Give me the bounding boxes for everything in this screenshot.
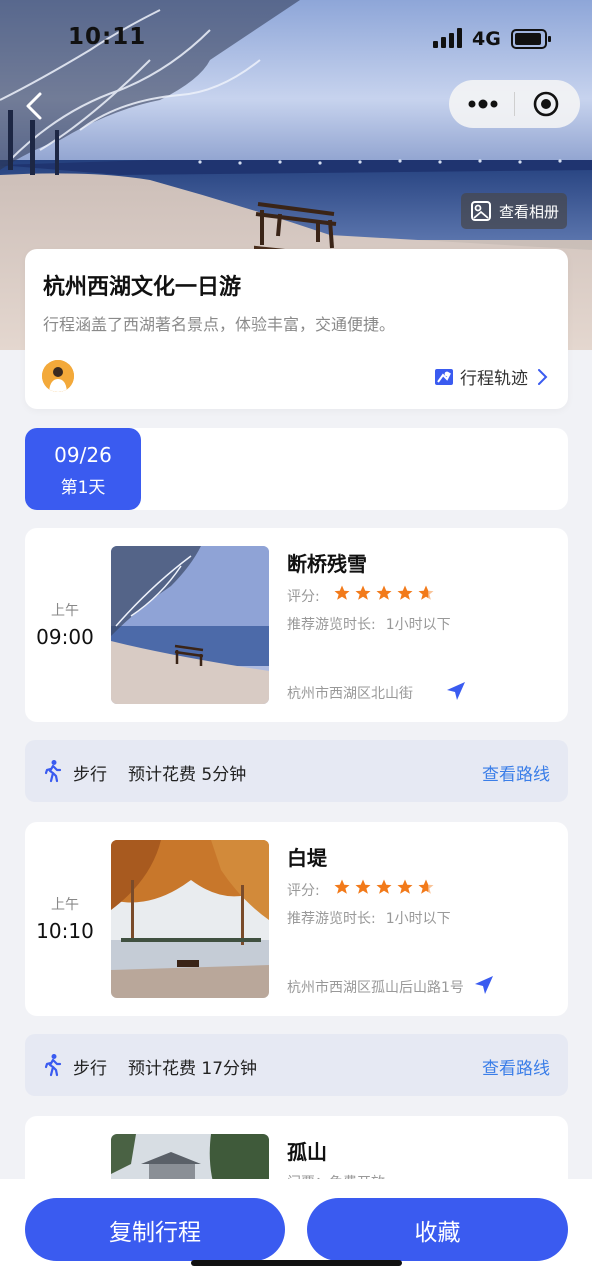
network-type: 4G [472,28,501,50]
trip-description: 行程涵盖了西湖著名景点，体验丰富，交通便捷。 [43,315,396,334]
map-track-icon [435,368,453,385]
day-date: 09/26 [54,443,112,467]
star-icon [397,585,413,600]
star-icon [376,879,392,894]
view-album-label: 查看相册 [499,202,560,221]
navigate-icon[interactable] [445,680,467,702]
duration-value: 1小时以下 [385,911,451,927]
spot-duration: 推荐游览时长: 1小时以下 [287,614,451,634]
spot-ampm: 上午 [51,603,79,619]
trip-info-card: 杭州西湖文化一日游 行程涵盖了西湖著名景点，体验丰富，交通便捷。 行程轨迹 [25,249,568,409]
star-icon [376,585,392,600]
spot-card-2[interactable]: 上午 10:10 白堤 评分: 推荐游览时长: 1小时以下 杭州市西湖区孤山后山路… [25,822,568,1016]
duration-label: 推荐游览时长: [287,617,376,633]
view-route-link[interactable]: 查看路线 [482,1054,550,1079]
view-album-button[interactable]: 查看相册 [461,193,567,229]
day-tab-1[interactable]: 09/26 第1天 [25,428,141,510]
signal-icon [433,28,465,48]
spot-photo[interactable] [111,840,269,998]
transfer-cost: 预计花费 5分钟 [128,765,247,785]
spot-name: 断桥残雪 [287,552,367,576]
duration-label: 推荐游览时长: [287,911,376,927]
star-icon [334,879,350,894]
spot-address: 杭州市西湖区北山街 [287,686,413,702]
transfer-walk-1: 步行 预计花费 5分钟 查看路线 [25,740,568,802]
rating-label: 评分: [287,883,320,899]
status-time: 10:11 [68,24,147,50]
duration-value: 1小时以下 [385,617,451,633]
view-route-link[interactable]: 查看路线 [482,760,550,785]
spot-ampm: 上午 [51,897,79,913]
copy-itinerary-button[interactable]: 复制行程 [25,1198,285,1261]
walking-icon [44,760,62,783]
spot-card-1[interactable]: 上午 09:00 断桥残雪 评分: 推荐游览时长: 1小时以下 杭州市西湖区北山街 [25,528,568,722]
half-star-icon [418,584,435,602]
mini-program-capsule [449,80,580,128]
rating-stars [333,584,435,602]
spot-duration: 推荐游览时长: 1小时以下 [287,908,451,928]
capsule-divider [514,92,515,116]
spot-time: 09:00 [36,625,94,649]
avatar[interactable] [42,360,74,392]
chevron-right-icon [538,368,548,385]
spot-name: 孤山 [287,1140,327,1164]
home-indicator [191,1260,402,1266]
day-selector: 09/26 第1天 [25,428,568,510]
walking-icon [44,1054,62,1077]
collect-button[interactable]: 收藏 [307,1198,568,1261]
transfer-walk-2: 步行 预计花费 17分钟 查看路线 [25,1034,568,1096]
star-icon [334,585,350,600]
half-star-icon [418,878,435,896]
rating-label: 评分: [287,589,320,605]
trip-track-link[interactable]: 行程轨迹 [434,364,550,389]
rating-stars [333,878,435,896]
photo-album-icon [471,201,491,221]
spot-address: 杭州市西湖区孤山后山路1号 [287,980,464,996]
star-icon [397,879,413,894]
spot-photo[interactable] [111,546,269,704]
transfer-mode: 步行 [73,765,107,785]
back-icon[interactable] [18,88,54,124]
transfer-cost: 预计花费 17分钟 [128,1059,258,1079]
close-miniprogram-icon[interactable] [533,91,559,117]
trip-title: 杭州西湖文化一日游 [43,275,242,300]
day-label: 第1天 [60,478,106,498]
star-icon [355,879,371,894]
trip-track-label: 行程轨迹 [460,369,528,389]
star-icon [355,585,371,600]
spot-name: 白堤 [287,846,327,870]
battery-icon [511,29,551,49]
transfer-mode: 步行 [73,1059,107,1079]
more-icon[interactable] [467,94,499,114]
spot-time: 10:10 [36,919,94,943]
navigate-icon[interactable] [473,974,495,996]
